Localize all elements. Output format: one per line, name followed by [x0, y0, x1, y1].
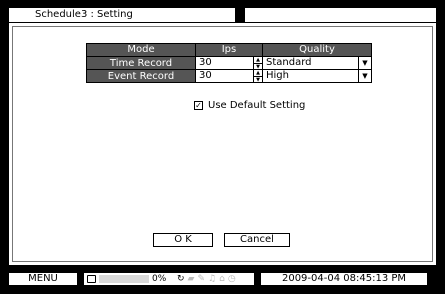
menu-button[interactable]: MENU [8, 272, 78, 286]
row-label-event-record: Event Record [86, 69, 196, 83]
cancel-button[interactable]: Cancel [224, 233, 290, 247]
quality-select-time-record[interactable]: Standard ▼ [262, 56, 372, 70]
ips-value[interactable]: 30 [196, 57, 253, 69]
spin-down-icon[interactable]: ▼ [254, 63, 262, 70]
status-bar: MENU 0% ↻ ▰ ✎ ♫ ⌂ ◷ 2009-04-04 08:45:13 … [8, 272, 428, 286]
sensor-icon: ⌂ [219, 274, 225, 284]
quality-value[interactable]: Standard [263, 57, 358, 69]
status-indicators: 0% ↻ ▰ ✎ ♫ ⌂ ◷ [83, 272, 255, 286]
disk-usage-percent: 0% [152, 274, 167, 284]
title-bar-extension [244, 7, 437, 23]
ips-stepper-event-record[interactable]: 30 ▲ ▼ [195, 69, 263, 83]
hdd-icon [87, 275, 96, 283]
ips-value[interactable]: 30 [196, 70, 253, 82]
use-default-checkbox[interactable]: ✓ [194, 101, 203, 110]
alarm-icon: ♫ [208, 274, 217, 284]
quality-select-event-record[interactable]: High ▼ [262, 69, 372, 83]
ips-stepper-time-record[interactable]: 30 ▲ ▼ [195, 56, 263, 70]
header-ips: Ips [195, 43, 263, 57]
disk-usage-bar [99, 275, 149, 283]
table-row-time-record: Time Record 30 ▲ ▼ Standard ▼ [86, 56, 372, 70]
quality-value[interactable]: High [263, 70, 358, 82]
clock-icon: ◷ [227, 274, 236, 284]
network-icon: ↻ [177, 274, 185, 284]
table-header-row: Mode Ips Quality [86, 43, 372, 57]
table-row-event-record: Event Record 30 ▲ ▼ High ▼ [86, 69, 372, 83]
tool-icon: ✎ [197, 274, 206, 284]
header-quality: Quality [262, 43, 372, 57]
checkmark-icon: ✓ [195, 101, 202, 110]
spinner[interactable]: ▲ ▼ [253, 70, 262, 83]
spinner[interactable]: ▲ ▼ [253, 57, 262, 70]
datetime-display: 2009-04-04 08:45:13 PM [260, 272, 428, 286]
header-mode: Mode [86, 43, 196, 57]
dropdown-arrow-icon[interactable]: ▼ [358, 70, 371, 82]
ok-button[interactable]: O K [153, 233, 213, 247]
row-label-time-record: Time Record [86, 56, 196, 70]
window-title: Schedule3 : Setting [8, 7, 236, 23]
use-default-label[interactable]: Use Default Setting [208, 100, 305, 111]
use-default-setting-row[interactable]: ✓ Use Default Setting [194, 100, 305, 111]
spin-down-icon[interactable]: ▼ [254, 76, 262, 83]
settings-panel: Mode Ips Quality Time Record 30 ▲ ▼ Stan… [8, 22, 437, 266]
title-gap [236, 7, 244, 23]
record-icon: ▰ [187, 274, 195, 284]
record-settings-table: Mode Ips Quality Time Record 30 ▲ ▼ Stan… [86, 43, 372, 83]
dropdown-arrow-icon[interactable]: ▼ [358, 57, 371, 69]
